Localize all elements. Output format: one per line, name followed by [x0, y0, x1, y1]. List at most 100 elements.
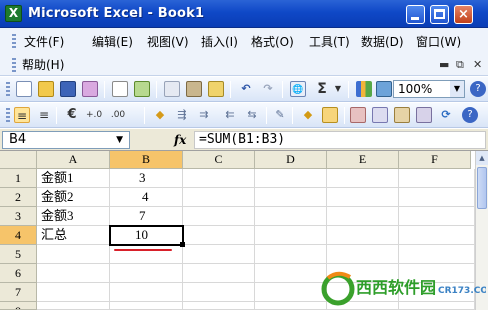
evaluate-formula-icon[interactable]: [416, 107, 432, 123]
menu-help[interactable]: 帮助(H): [22, 56, 64, 74]
new-icon[interactable]: [16, 81, 32, 97]
empty-cell[interactable]: [110, 245, 183, 264]
circle-invalid-icon[interactable]: [350, 107, 366, 123]
comment-icon[interactable]: [322, 107, 338, 123]
empty-cell[interactable]: [327, 245, 399, 264]
empty-cell[interactable]: [327, 188, 399, 207]
empty-cell[interactable]: [183, 207, 255, 226]
align-center-icon[interactable]: ≡: [36, 107, 52, 123]
column-header-f[interactable]: F: [399, 151, 471, 169]
autosum-dropdown-icon[interactable]: ▼: [330, 81, 346, 97]
name-box-dropdown-icon[interactable]: ▼: [116, 132, 123, 148]
refresh-icon[interactable]: ⟳: [438, 107, 454, 123]
empty-cell[interactable]: [110, 283, 183, 302]
print-preview-icon[interactable]: [112, 81, 128, 97]
row-header-4[interactable]: 4: [0, 226, 37, 245]
toolbar-grip[interactable]: [6, 82, 10, 97]
menu-edit[interactable]: 编辑(E): [92, 33, 133, 51]
menu-format[interactable]: 格式(O): [251, 33, 294, 51]
empty-cell[interactable]: [110, 264, 183, 283]
empty-cell[interactable]: [255, 207, 327, 226]
close-button[interactable]: ×: [454, 5, 473, 24]
scroll-up-icon[interactable]: ▲: [476, 151, 488, 165]
empty-cell[interactable]: [183, 226, 255, 245]
autosum-icon[interactable]: Σ: [314, 81, 330, 97]
watch-window-icon[interactable]: [394, 107, 410, 123]
empty-cell[interactable]: [327, 226, 399, 245]
undo-icon[interactable]: ↶: [238, 81, 254, 97]
empty-cell[interactable]: [183, 283, 255, 302]
empty-cell[interactable]: [110, 302, 183, 310]
chart-wizard-icon[interactable]: [356, 81, 372, 97]
cell-a1[interactable]: 金额1: [37, 169, 110, 188]
menu-data[interactable]: 数据(D): [361, 33, 404, 51]
redo-icon[interactable]: ↷: [260, 81, 276, 97]
empty-cell[interactable]: [183, 188, 255, 207]
open-icon[interactable]: [38, 81, 54, 97]
select-all-corner[interactable]: [0, 151, 37, 169]
format-painter-icon[interactable]: [208, 81, 224, 97]
maximize-button[interactable]: [430, 5, 449, 24]
save-icon[interactable]: [60, 81, 76, 97]
trace-precedents-icon[interactable]: ◆: [152, 107, 168, 123]
empty-cell[interactable]: [255, 302, 327, 310]
empty-cell[interactable]: [399, 169, 475, 188]
permission-icon[interactable]: [82, 81, 98, 97]
empty-cell[interactable]: [37, 264, 110, 283]
insert-function-icon[interactable]: fx: [174, 132, 186, 148]
menu-insert[interactable]: 插入(I): [201, 33, 238, 51]
empty-cell[interactable]: [183, 245, 255, 264]
help-icon[interactable]: ?: [470, 81, 486, 97]
empty-cell[interactable]: [37, 302, 110, 310]
column-header-e[interactable]: E: [327, 151, 399, 169]
empty-cell[interactable]: [255, 226, 327, 245]
increase-decimal-icon[interactable]: +.0: [86, 107, 102, 123]
row-header-3[interactable]: 3: [0, 207, 37, 226]
empty-cell[interactable]: [37, 245, 110, 264]
currency-icon[interactable]: €: [64, 107, 80, 123]
column-header-b[interactable]: B: [110, 151, 183, 169]
empty-cell[interactable]: [255, 188, 327, 207]
cell-b2[interactable]: 4: [110, 188, 183, 207]
row-header-8[interactable]: 8: [0, 302, 37, 310]
menu-window[interactable]: 窗口(W): [416, 33, 461, 51]
row-header-7[interactable]: 7: [0, 283, 37, 302]
row-header-2[interactable]: 2: [0, 188, 37, 207]
trace-dependents-icon[interactable]: ⇶: [174, 107, 190, 123]
empty-cell[interactable]: [255, 245, 327, 264]
cell-b1[interactable]: 3: [110, 169, 183, 188]
menu-tools[interactable]: 工具(T): [309, 33, 350, 51]
menu-view[interactable]: 视图(V): [147, 33, 189, 51]
empty-cell[interactable]: [399, 207, 475, 226]
formula-input[interactable]: =SUM(B1:B3): [194, 131, 486, 149]
hyperlink-icon[interactable]: 🌐: [290, 81, 306, 97]
column-header-d[interactable]: D: [255, 151, 327, 169]
zoom-dropdown-icon[interactable]: ▼: [450, 81, 464, 97]
clear-validation-icon[interactable]: [372, 107, 388, 123]
row-header-1[interactable]: 1: [0, 169, 37, 188]
remove-dependents-icon[interactable]: ⇆: [244, 107, 260, 123]
clear-arrows-icon[interactable]: ✎: [272, 107, 288, 123]
cell-a4[interactable]: 汇总: [37, 226, 110, 245]
doc-restore-icon[interactable]: ⧉: [456, 58, 464, 72]
empty-cell[interactable]: [183, 302, 255, 310]
cell-a3[interactable]: 金额3: [37, 207, 110, 226]
menu-grip[interactable]: [12, 34, 16, 50]
empty-cell[interactable]: [183, 264, 255, 283]
drawing-icon[interactable]: [376, 81, 392, 97]
row-header-5[interactable]: 5: [0, 245, 37, 264]
empty-cell[interactable]: [183, 169, 255, 188]
name-box[interactable]: B4 ▼: [2, 131, 130, 149]
error-check-icon[interactable]: ◆: [300, 107, 316, 123]
row-header-6[interactable]: 6: [0, 264, 37, 283]
spelling-icon[interactable]: [134, 81, 150, 97]
decrease-decimal-icon[interactable]: .00: [110, 107, 126, 123]
minimize-button[interactable]: [406, 5, 425, 24]
cell-b3[interactable]: 7: [110, 207, 183, 226]
menu-file[interactable]: 文件(F): [24, 33, 64, 51]
paste-icon[interactable]: [186, 81, 202, 97]
toolbar-grip[interactable]: [6, 108, 10, 123]
empty-cell[interactable]: [327, 207, 399, 226]
doc-minimize-icon[interactable]: ▬: [439, 58, 449, 72]
cell-a2[interactable]: 金额2: [37, 188, 110, 207]
